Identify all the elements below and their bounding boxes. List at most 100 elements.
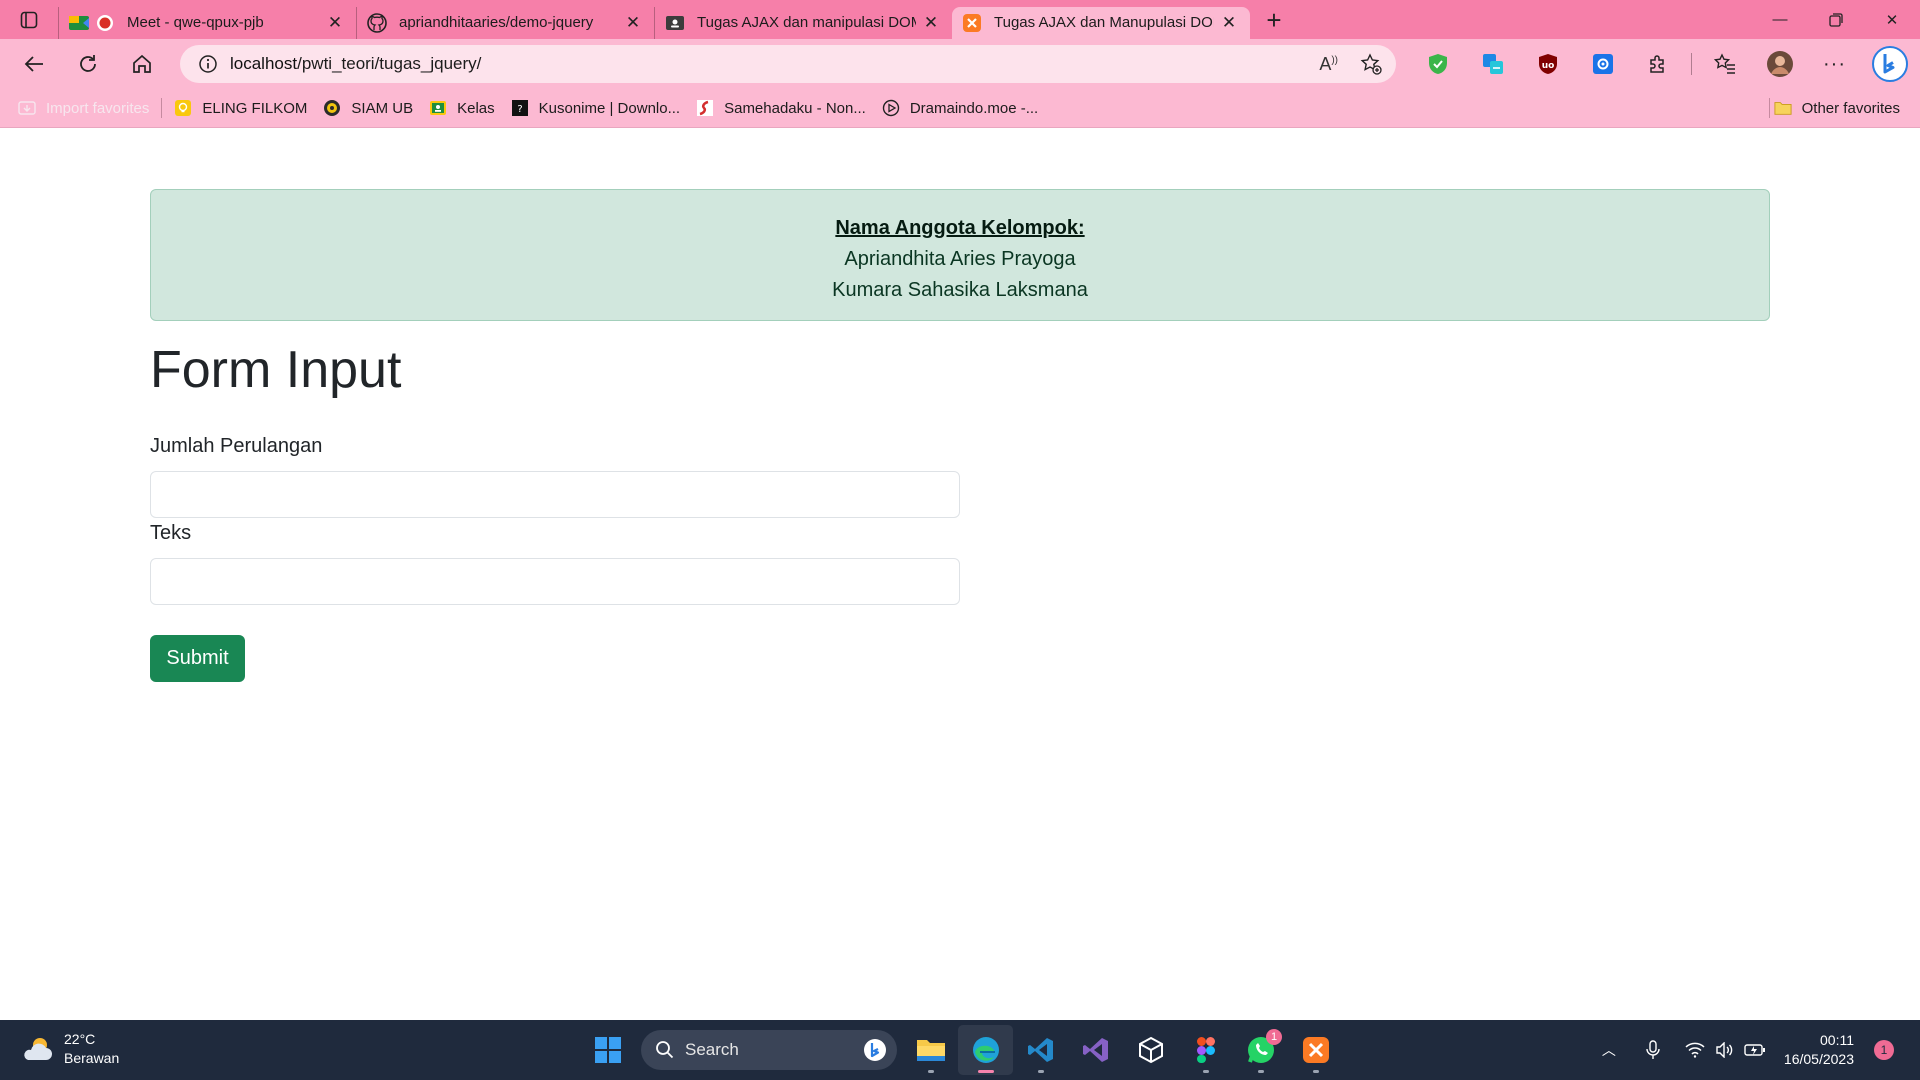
volume-button[interactable] — [1710, 1020, 1740, 1080]
import-icon — [18, 99, 36, 117]
visual-studio-icon — [1082, 1038, 1108, 1062]
whatsapp-app[interactable]: 1 — [1233, 1025, 1288, 1075]
clock[interactable]: 00:11 16/05/2023 — [1784, 1031, 1854, 1069]
translate-icon — [1482, 54, 1503, 74]
minimize-icon: — — [1772, 11, 1788, 28]
read-aloud-icon[interactable]: A)) — [1319, 54, 1338, 75]
running-indicator — [1037, 1070, 1044, 1073]
search-label: Search — [685, 1040, 739, 1059]
favorites-bar: Import favorites ELING FILKOM SIAM UB Ke… — [0, 89, 1920, 128]
text-label: Teks — [150, 522, 192, 544]
home-button[interactable] — [118, 44, 166, 84]
submit-button[interactable]: Submit — [150, 635, 245, 682]
loop-count-label: Jumlah Perulangan — [150, 435, 323, 457]
battery-button[interactable] — [1740, 1020, 1770, 1080]
tab-meet[interactable]: Meet - qwe-qpux-pjb ✕ — [58, 6, 356, 39]
refresh-button[interactable] — [64, 44, 112, 84]
favorite-eling-filkom[interactable]: ELING FILKOM — [166, 93, 315, 123]
system-tray: ︿ 00:11 16/05/2023 1 — [1594, 1020, 1920, 1080]
running-indicator — [1202, 1070, 1209, 1073]
url-host: localhost — [230, 54, 298, 73]
taskbar-search[interactable]: Search — [641, 1030, 897, 1070]
xampp-app[interactable] — [1288, 1025, 1343, 1075]
favorite-dramaindo[interactable]: Dramaindo.moe -... — [874, 93, 1046, 123]
tab-title: Meet - qwe-qpux-pjb — [127, 14, 264, 31]
close-tab-icon[interactable]: ✕ — [622, 12, 644, 34]
favorite-label: SIAM UB — [351, 99, 414, 117]
profile-button[interactable] — [1752, 39, 1807, 89]
favorite-kusonime[interactable]: ? Kusonime | Downlo... — [503, 93, 688, 123]
figma-app[interactable] — [1178, 1025, 1233, 1075]
samehadaku-icon — [696, 99, 714, 117]
ublock-extension[interactable]: uo — [1520, 39, 1575, 89]
close-window-button[interactable]: ✕ — [1864, 0, 1920, 39]
restore-button[interactable] — [1808, 0, 1864, 39]
network-button[interactable] — [1680, 1020, 1710, 1080]
blue-square-icon — [1592, 54, 1613, 74]
edge-app[interactable] — [958, 1025, 1013, 1075]
favorite-label: Import favorites — [46, 99, 150, 117]
tab-title: apriandhitaaries/demo-jquery — [399, 14, 594, 31]
favorite-label: Kusonime | Downlo... — [538, 99, 681, 117]
blue-extension[interactable] — [1575, 39, 1630, 89]
microphone-button[interactable] — [1638, 1020, 1668, 1080]
favorite-siam-ub[interactable]: SIAM UB — [315, 93, 421, 123]
close-tab-icon[interactable]: ✕ — [324, 12, 346, 34]
taskbar: 22°C Berawan Search 1 ︿ 00:11 16/05/2023… — [0, 1020, 1920, 1080]
extensions-row: uo ··· — [1410, 39, 1917, 89]
favorite-label: Dramaindo.moe -... — [909, 99, 1039, 117]
new-tab-button[interactable]: + — [1254, 5, 1294, 37]
minimize-button[interactable]: — — [1752, 0, 1808, 39]
file-explorer-app[interactable] — [903, 1025, 958, 1075]
folder-icon — [1774, 99, 1792, 117]
favorite-kelas[interactable]: Kelas — [421, 93, 503, 123]
visual-studio-app[interactable] — [1068, 1025, 1123, 1075]
more-menu-button[interactable]: ··· — [1807, 39, 1862, 89]
tab-ajax-manupulasi[interactable]: Tugas AJAX dan Manupulasi DOM ✕ — [952, 6, 1250, 39]
back-button[interactable] — [10, 44, 58, 84]
tab-actions-button[interactable] — [0, 0, 58, 39]
microphone-icon — [1646, 1040, 1660, 1059]
address-bar[interactable]: localhost/pwti_teori/tugas_jquery/ A)) — [180, 45, 1396, 83]
start-button[interactable] — [580, 1025, 635, 1075]
site-info-icon[interactable] — [186, 54, 230, 74]
unity-cube-icon — [1138, 1036, 1163, 1064]
show-hidden-icons-button[interactable]: ︿ — [1594, 1020, 1624, 1080]
chevron-up-icon: ︿ — [1601, 1042, 1616, 1058]
favorite-samehadaku[interactable]: Samehadaku - Non... — [688, 93, 874, 123]
favorites-list-icon — [1713, 53, 1735, 74]
xampp-icon — [1302, 1037, 1329, 1063]
restore-icon — [1829, 12, 1843, 27]
adguard-extension[interactable] — [1410, 39, 1465, 89]
play-circle-icon — [882, 99, 900, 117]
notification-center-badge[interactable]: 1 — [1874, 1040, 1894, 1060]
tab-github[interactable]: apriandhitaaries/demo-jquery ✕ — [356, 6, 654, 39]
tab-ajax-dom[interactable]: Tugas AJAX dan manipulasi DOM ✕ — [654, 6, 952, 39]
weather-widget[interactable]: 22°C Berawan — [20, 1030, 119, 1068]
other-favorites-folder[interactable]: Other favorites — [1766, 93, 1908, 123]
loop-count-input[interactable] — [150, 471, 960, 518]
puzzle-icon — [1649, 55, 1664, 73]
favorite-label: ELING FILKOM — [202, 99, 308, 117]
close-tab-icon[interactable]: ✕ — [920, 12, 942, 34]
copilot-button[interactable] — [1862, 39, 1917, 89]
text-input[interactable] — [150, 558, 960, 605]
ublock-icon: uo — [1538, 54, 1557, 74]
import-favorites-link[interactable]: Import favorites — [10, 93, 157, 123]
translate-extension[interactable] — [1465, 39, 1520, 89]
toolbar-divider — [1685, 39, 1697, 89]
vscode-app[interactable] — [1013, 1025, 1068, 1075]
running-indicator — [927, 1070, 934, 1073]
add-favorite-icon[interactable] — [1360, 53, 1382, 75]
clock-time: 00:11 — [1820, 1032, 1854, 1048]
weather-temp: 22°C — [64, 1031, 96, 1047]
close-tab-icon[interactable]: ✕ — [1218, 12, 1240, 34]
ub-logo-icon — [323, 99, 341, 117]
avatar — [1766, 51, 1793, 77]
unity-app[interactable] — [1123, 1025, 1178, 1075]
extensions-button[interactable] — [1630, 39, 1685, 89]
screen: Meet - qwe-qpux-pjb ✕ apriandhitaaries/d… — [0, 0, 1920, 1080]
windows-logo-icon — [594, 1037, 621, 1063]
favorites-button[interactable] — [1697, 39, 1752, 89]
tab-title: Tugas AJAX dan manipulasi DOM — [697, 14, 916, 31]
